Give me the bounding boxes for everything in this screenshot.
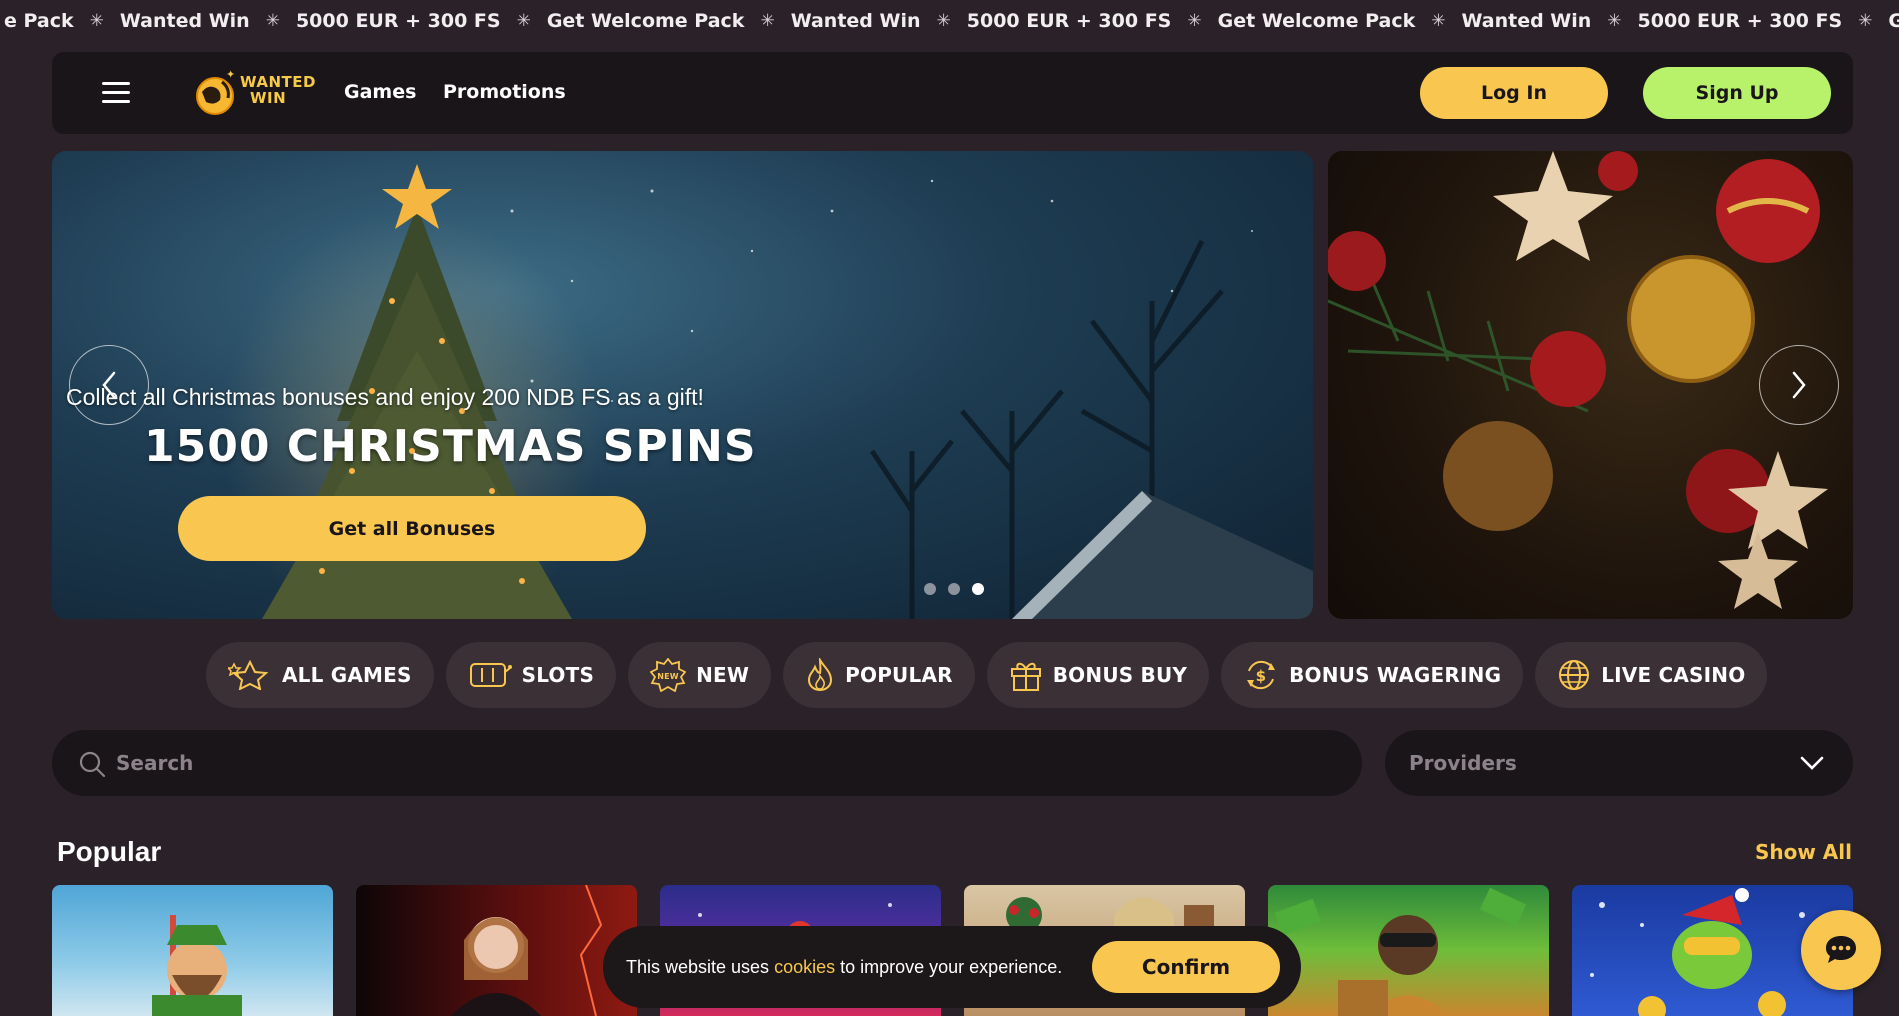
category-new[interactable]: NEW NEW	[628, 642, 772, 708]
chevron-left-icon	[102, 371, 116, 399]
ticker-separator-icon: ✳	[1607, 11, 1622, 31]
new-badge-icon: NEW	[650, 658, 687, 692]
ticker-separator-icon: ✳	[265, 11, 280, 31]
slide-dot-2[interactable]	[948, 583, 960, 595]
hero-title: 1500 CHRISTMAS SPINS	[144, 421, 757, 472]
category-label: SLOTS	[521, 663, 595, 687]
login-button[interactable]: Log In	[1420, 67, 1608, 119]
cookie-text-before: This website uses	[626, 957, 770, 977]
ticker-item: Get Welcome Pack	[1217, 10, 1416, 32]
category-label: NEW	[696, 663, 750, 687]
game-thumbnail-image	[1275, 887, 1527, 1016]
nav-games[interactable]: Games	[344, 81, 416, 103]
category-bonus-wagering[interactable]: $ BONUS WAGERING	[1221, 642, 1524, 708]
svg-text:✦: ✦	[226, 68, 235, 81]
search-input[interactable]	[116, 730, 1316, 796]
category-label: BONUS BUY	[1052, 663, 1188, 687]
ticker-separator-icon: ✳	[760, 11, 775, 31]
category-slots[interactable]: SLOTS	[445, 642, 617, 708]
category-bar: ALL GAMES SLOTS NEW NEW POPULAR BONUS BU…	[206, 642, 1768, 708]
category-label: POPULAR	[845, 663, 953, 687]
ticker-separator-icon: ✳	[516, 11, 531, 31]
slide-dot-3[interactable]	[972, 583, 984, 595]
game-tile[interactable]	[1268, 885, 1549, 1016]
dollar-cycle-icon: $	[1247, 660, 1276, 690]
game-tile[interactable]	[356, 885, 637, 1016]
stars-icon	[228, 660, 269, 690]
ticker-item: Wanted Win	[1461, 10, 1592, 32]
carousel-next-button[interactable]	[1759, 345, 1839, 425]
show-all-link[interactable]: Show All	[1755, 840, 1852, 864]
cookie-text-after: to improve your experience.	[840, 957, 1063, 977]
site-header: ✦ WANTED WIN Games Promotions Log In Sig…	[52, 52, 1853, 134]
category-label: BONUS WAGERING	[1289, 663, 1502, 687]
category-bonus-buy[interactable]: BONUS BUY	[986, 642, 1210, 708]
chat-bubble-icon	[1826, 936, 1856, 963]
search-bar[interactable]	[52, 730, 1362, 796]
logo-line1: WANTED	[240, 73, 316, 91]
game-thumbnail-image	[451, 885, 603, 1016]
game-tile[interactable]	[52, 885, 333, 1016]
ticker-separator-icon: ✳	[1187, 11, 1202, 31]
category-label: LIVE CASINO	[1601, 663, 1746, 687]
hamburger-icon[interactable]	[102, 80, 130, 104]
globe-logo-icon: ✦	[196, 68, 235, 115]
category-live-casino[interactable]: LIVE CASINO	[1535, 642, 1768, 708]
ticker-separator-icon: ✳	[1431, 11, 1446, 31]
slide-dots	[924, 583, 984, 595]
ticker-item: Get Welcome Pack	[1888, 10, 1899, 32]
fire-icon	[808, 658, 833, 692]
site-logo[interactable]: ✦ WANTED WIN	[192, 66, 322, 118]
hero-subtitle: Collect all Christmas bonuses and enjoy …	[66, 384, 704, 410]
slide-dot-1[interactable]	[924, 583, 936, 595]
slot-machine-icon	[469, 663, 512, 687]
hero-next-slide-preview[interactable]	[1328, 151, 1853, 619]
gift-icon	[1010, 662, 1041, 691]
cookie-banner: This website uses cookies to improve you…	[603, 926, 1301, 1008]
cookies-link[interactable]: cookies	[774, 957, 835, 977]
ticker-item: e Pack	[4, 10, 74, 32]
search-icon	[79, 751, 106, 778]
globe-icon	[1559, 660, 1590, 690]
game-thumbnail-image	[152, 915, 242, 1016]
ticker-separator-icon: ✳	[1858, 11, 1873, 31]
ticker-separator-icon: ✳	[89, 11, 104, 31]
chevron-right-icon	[1792, 371, 1806, 399]
ticker-separator-icon: ✳	[936, 11, 951, 31]
svg-text:$: $	[1256, 667, 1267, 685]
ticker-item: 5000 EUR + 300 FS	[966, 10, 1172, 32]
get-bonuses-button[interactable]: Get all Bonuses	[178, 496, 646, 561]
svg-text:NEW: NEW	[657, 672, 679, 681]
providers-label: Providers	[1409, 751, 1517, 775]
ticker-item: Wanted Win	[119, 10, 250, 32]
chevron-down-icon	[1800, 756, 1824, 770]
category-all-games[interactable]: ALL GAMES	[206, 642, 434, 708]
ticker-item: 5000 EUR + 300 FS	[1637, 10, 1843, 32]
promo-ticker: e Pack ✳ Wanted Win ✳ 5000 EUR + 300 FS ✳ Get …	[0, 0, 1899, 44]
hero-slide[interactable]: Collect all Christmas bonuses and enjoy …	[52, 151, 1313, 619]
providers-dropdown[interactable]: Providers	[1385, 730, 1853, 796]
chat-button[interactable]	[1801, 910, 1881, 990]
ticker-item: 5000 EUR + 300 FS	[295, 10, 501, 32]
signup-button[interactable]: Sign Up	[1643, 67, 1831, 119]
cookie-confirm-button[interactable]: Confirm	[1092, 941, 1280, 993]
nav-promotions[interactable]: Promotions	[443, 81, 566, 103]
carousel-prev-button[interactable]	[69, 345, 149, 425]
logo-line2: WIN	[250, 89, 287, 107]
ticker-track: e Pack ✳ Wanted Win ✳ 5000 EUR + 300 FS ✳ Get …	[0, 10, 1899, 32]
ticker-item: Get Welcome Pack	[546, 10, 745, 32]
category-popular[interactable]: POPULAR	[783, 642, 975, 708]
section-title-popular: Popular	[57, 836, 162, 867]
cookie-text: This website uses cookies to improve you…	[626, 957, 1062, 978]
ticker-item: Wanted Win	[790, 10, 921, 32]
category-label: ALL GAMES	[282, 663, 412, 687]
